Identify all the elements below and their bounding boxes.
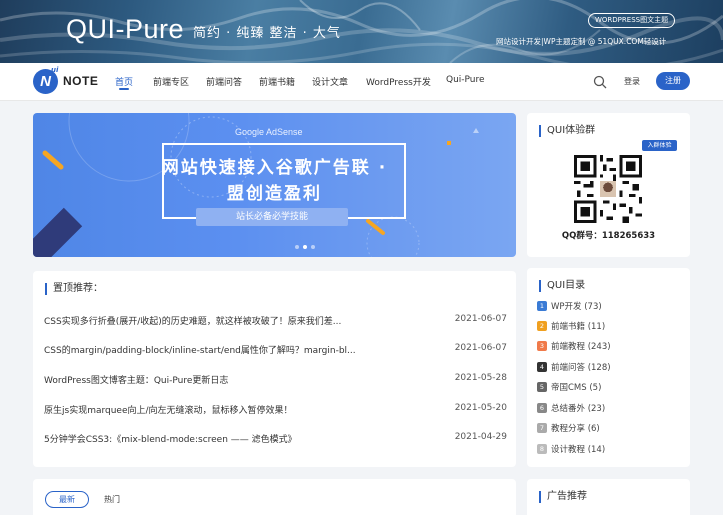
category-item[interactable]: 7 教程分享 (6) xyxy=(537,422,600,434)
nav-item-home[interactable]: 首页 xyxy=(115,75,133,88)
pinned-row[interactable]: CSS的margin/padding-block/inline-start/en… xyxy=(44,343,507,357)
post-title[interactable]: CSS实现多行折叠(展开/收起)的历史难题，就这样被攻破了！原来我们差... xyxy=(44,314,341,327)
category-label[interactable]: 设计教程 (14) xyxy=(551,445,605,455)
tab-latest[interactable]: 最新 xyxy=(45,491,89,508)
category-item[interactable]: 1 WP开发 (73) xyxy=(537,300,602,312)
post-title[interactable]: 原生js实现marquee向上/向左无缝滚动，鼠标移入暂停效果！ xyxy=(44,403,293,416)
category-label[interactable]: 前端问答 (128) xyxy=(551,363,611,373)
category-number: 8 xyxy=(537,444,547,454)
category-label[interactable]: 帝国CMS (5) xyxy=(551,383,601,393)
category-label[interactable]: 总结番外 (23) xyxy=(551,404,605,414)
category-item[interactable]: 8 设计教程 (14) xyxy=(537,443,605,455)
category-item[interactable]: 4 前端问答 (128) xyxy=(537,361,611,373)
register-button[interactable]: 注册 xyxy=(656,72,690,90)
category-number: 7 xyxy=(537,423,547,433)
nav-item-frontend-qa[interactable]: 前端问答 xyxy=(206,75,242,88)
category-item[interactable]: 3 前端教程 (243) xyxy=(537,340,611,352)
nav-item-frontend-books[interactable]: 前端书籍 xyxy=(259,75,295,88)
post-date: 2021-05-20 xyxy=(454,403,507,413)
category-item[interactable]: 2 前端书籍 (11) xyxy=(537,320,605,332)
banner-title: QUI-Pure xyxy=(66,14,185,44)
hero-subtitle: Google AdSense xyxy=(235,127,303,137)
carousel-dot[interactable] xyxy=(311,245,315,249)
logo-superscript: ui xyxy=(51,66,59,74)
carousel-dot[interactable] xyxy=(295,245,299,249)
category-label[interactable]: WP开发 (73) xyxy=(551,302,602,312)
qr-heading: QUI体验群 xyxy=(539,125,595,137)
logo-text[interactable]: NOTE xyxy=(63,74,98,88)
post-date: 2021-06-07 xyxy=(454,343,507,353)
ad-carousel[interactable]: Google AdSense 网站快速接入谷歌广告联 · 盟创造盈利 站长必备必… xyxy=(33,113,516,257)
qq-group-card: QUI体验群 入群体验 QQ群号：118265633 xyxy=(527,113,690,257)
banner-theme-badge[interactable]: WORDPRESS图文主题 xyxy=(588,13,676,28)
hero-headline-line1: 网站快速接入谷歌广告联 · xyxy=(161,158,388,178)
pinned-row[interactable]: CSS实现多行折叠(展开/收起)的历史难题，就这样被攻破了！原来我们差... 2… xyxy=(44,314,507,328)
carousel-dots xyxy=(295,245,315,249)
pinned-heading: 置顶推荐： xyxy=(45,283,103,295)
post-date: 2021-05-28 xyxy=(454,373,507,383)
nav-item-qui-pure[interactable]: Qui-Pure xyxy=(446,75,485,85)
join-group-badge[interactable]: 入群体验 xyxy=(642,140,677,151)
ad-recommend-card: 广告推荐 xyxy=(527,479,690,515)
carousel-dot-active[interactable] xyxy=(303,245,307,249)
search-icon[interactable] xyxy=(593,75,607,89)
pinned-row[interactable]: 原生js实现marquee向上/向左无缝滚动，鼠标移入暂停效果！ 2021-05… xyxy=(44,403,507,417)
pinned-row[interactable]: 5分钟学会CSS3:《mix-blend-mode:screen —— 滤色模式… xyxy=(44,432,507,446)
category-card: QUI目录 1 WP开发 (73) 2 前端书籍 (11) 3 前端教程 (243) … xyxy=(527,268,690,467)
login-link[interactable]: 登录 xyxy=(624,76,640,87)
pinned-posts-card: 置顶推荐： CSS实现多行折叠(展开/收起)的历史难题，就这样被攻破了！原来我们… xyxy=(33,271,516,467)
banner-credit: 网站设计开发|WP主题定制 @ 51QUX.COM轻设计 xyxy=(496,37,667,46)
category-label[interactable]: 前端教程 (243) xyxy=(551,342,611,352)
qq-group-number: QQ群号：118265633 xyxy=(561,231,656,241)
category-number: 5 xyxy=(537,382,547,392)
post-tabs-card: 最新 热门 xyxy=(33,479,516,515)
category-number: 1 xyxy=(537,301,547,311)
banner-slogan: 简约 · 纯臻 整洁 · 大气 xyxy=(193,26,341,41)
nav-item-wordpress-dev[interactable]: WordPress开发 xyxy=(366,75,431,88)
hero-headline-line2: 盟创造盈利 xyxy=(227,184,322,204)
post-title[interactable]: 5分钟学会CSS3:《mix-blend-mode:screen —— 滤色模式… xyxy=(44,432,297,445)
post-title[interactable]: CSS的margin/padding-block/inline-start/en… xyxy=(44,343,356,356)
category-number: 3 xyxy=(537,341,547,351)
category-number: 6 xyxy=(537,403,547,413)
site-banner: QUI-Pure 简约 · 纯臻 整洁 · 大气 WORDPRESS图文主题 网… xyxy=(0,0,723,63)
post-date: 2021-04-29 xyxy=(454,432,507,442)
nav-active-indicator xyxy=(119,88,129,90)
tab-hot[interactable]: 热门 xyxy=(104,494,120,505)
nav-item-design-articles[interactable]: 设计文章 xyxy=(312,75,348,88)
qr-code-image xyxy=(574,155,642,223)
post-title[interactable]: WordPress图文博客主题：Qui-Pure更新日志 xyxy=(44,373,228,386)
ad-heading: 广告推荐 xyxy=(539,491,587,503)
category-label[interactable]: 前端书籍 (11) xyxy=(551,322,605,332)
top-nav: N ui NOTE 首页 前端专区 前端问答 前端书籍 设计文章 WordPre… xyxy=(0,63,723,101)
category-item[interactable]: 6 总结番外 (23) xyxy=(537,402,605,414)
pinned-row[interactable]: WordPress图文博客主题：Qui-Pure更新日志 2021-05-28 xyxy=(44,373,507,387)
category-heading: QUI目录 xyxy=(539,280,585,292)
category-number: 2 xyxy=(537,321,547,331)
nav-item-frontend-zone[interactable]: 前端专区 xyxy=(153,75,189,88)
category-label[interactable]: 教程分享 (6) xyxy=(551,424,600,434)
hero-tag: 站长必备必学技能 xyxy=(196,208,348,226)
post-date: 2021-06-07 xyxy=(454,314,507,324)
category-number: 4 xyxy=(537,362,547,372)
category-item[interactable]: 5 帝国CMS (5) xyxy=(537,381,601,393)
